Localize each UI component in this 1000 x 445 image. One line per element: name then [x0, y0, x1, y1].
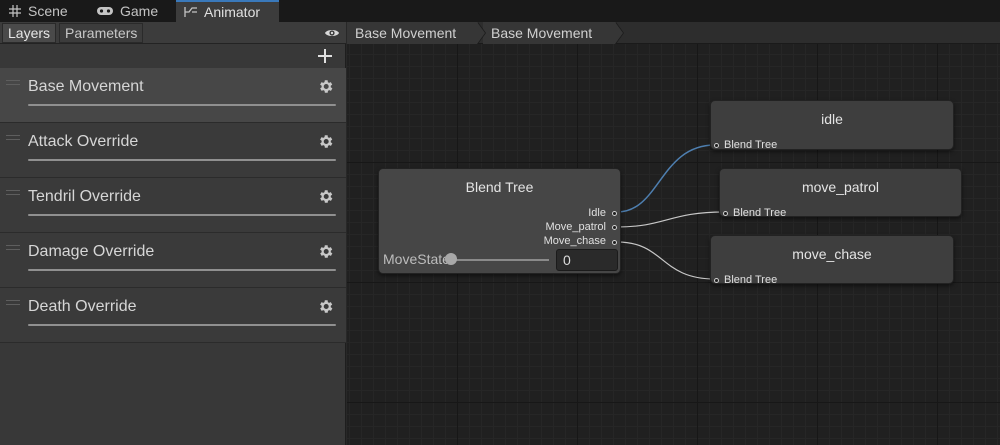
layer-weight-bar[interactable]	[28, 214, 336, 216]
gear-icon[interactable]	[317, 78, 334, 95]
output-port-move-chase[interactable]	[612, 240, 617, 245]
breadcrumb-label: Base Movement	[491, 25, 593, 41]
tab-game[interactable]: Game	[88, 0, 166, 22]
layer-name: Damage Override	[28, 243, 155, 260]
grid-icon	[8, 4, 22, 18]
layer-weight-bar[interactable]	[28, 269, 336, 271]
animator-icon	[184, 5, 198, 19]
drag-handle-icon[interactable]	[6, 135, 20, 140]
gear-icon[interactable]	[317, 243, 334, 260]
parameter-value-field[interactable]: 0	[556, 249, 618, 271]
tab-parameters-label: Parameters	[65, 25, 138, 41]
parameter-label: MoveState	[383, 251, 447, 267]
window-tab-bar: Scene Game Animator	[0, 0, 1000, 22]
blend-tree-title: Blend Tree	[465, 179, 534, 195]
motion-node-move-patrol[interactable]: move_patrol Blend Tree	[719, 168, 962, 219]
breadcrumb: Base Movement Base Movement	[347, 22, 1000, 44]
breadcrumb-item[interactable]: Base Movement	[347, 22, 486, 44]
layer-item-damage-override[interactable]: Damage Override	[0, 233, 346, 288]
drag-handle-icon[interactable]	[6, 300, 20, 305]
gamepad-icon	[96, 4, 114, 18]
layer-name: Tendril Override	[28, 188, 141, 205]
eye-icon[interactable]	[324, 25, 340, 41]
drag-handle-icon[interactable]	[6, 245, 20, 250]
motion-node-title: move_patrol	[801, 179, 880, 195]
motion-node-move-chase[interactable]: move_chase Blend Tree	[710, 235, 954, 286]
tab-layers[interactable]: Layers	[2, 23, 57, 43]
drag-handle-icon[interactable]	[6, 80, 20, 85]
layer-name: Base Movement	[28, 78, 144, 95]
layer-item-attack-override[interactable]: Attack Override	[0, 123, 346, 178]
panel-subtabs: Layers Parameters	[0, 22, 346, 44]
layer-name: Death Override	[28, 298, 137, 315]
tab-scene[interactable]: Scene	[0, 0, 76, 22]
tab-layers-label: Layers	[8, 25, 51, 41]
tab-game-label: Game	[120, 3, 159, 19]
layer-item-death-override[interactable]: Death Override	[0, 288, 346, 343]
output-port-move-patrol[interactable]	[612, 225, 617, 230]
parameter-slider-knob[interactable]	[445, 253, 457, 265]
layers-panel: Layers Parameters Base Movement Attack O…	[0, 22, 346, 445]
layer-item-tendril-override[interactable]: Tendril Override	[0, 178, 346, 233]
tab-animator[interactable]: Animator	[176, 0, 279, 22]
motion-node-title: idle	[821, 111, 843, 127]
input-label: Blend Tree	[724, 139, 778, 151]
breadcrumb-label: Base Movement	[355, 25, 457, 41]
motion-node-idle[interactable]: idle Blend Tree	[710, 100, 954, 151]
layer-name: Attack Override	[28, 133, 139, 150]
add-layer-icon[interactable]	[318, 49, 332, 63]
layer-weight-bar[interactable]	[28, 104, 336, 106]
drag-handle-icon[interactable]	[6, 190, 20, 195]
gear-icon[interactable]	[317, 298, 334, 315]
output-port-idle[interactable]	[612, 211, 617, 216]
input-port[interactable]	[714, 278, 719, 283]
input-port[interactable]	[714, 143, 719, 148]
layer-list: Base Movement Attack Override Tendril Ov…	[0, 68, 346, 343]
blend-tree-node[interactable]: Blend Tree Idle Move_patrol Move_chase M…	[378, 168, 621, 274]
input-label: Blend Tree	[724, 274, 778, 286]
layer-weight-bar[interactable]	[28, 159, 336, 161]
layer-weight-bar[interactable]	[28, 324, 336, 326]
input-port[interactable]	[723, 211, 728, 216]
output-label-move-chase: Move_chase	[543, 235, 606, 247]
gear-icon[interactable]	[317, 133, 334, 150]
parameter-slider-track[interactable]	[449, 259, 549, 261]
tab-parameters[interactable]: Parameters	[59, 23, 144, 43]
tab-animator-label: Animator	[204, 4, 261, 20]
gear-icon[interactable]	[317, 188, 334, 205]
tab-scene-label: Scene	[28, 3, 68, 19]
motion-node-title: move_chase	[792, 246, 872, 262]
input-label: Blend Tree	[733, 207, 787, 219]
output-label-idle: Idle	[588, 207, 606, 219]
layer-item-base-movement[interactable]: Base Movement	[0, 68, 346, 123]
output-label-move-patrol: Move_patrol	[545, 221, 606, 233]
breadcrumb-item[interactable]: Base Movement	[483, 22, 624, 44]
